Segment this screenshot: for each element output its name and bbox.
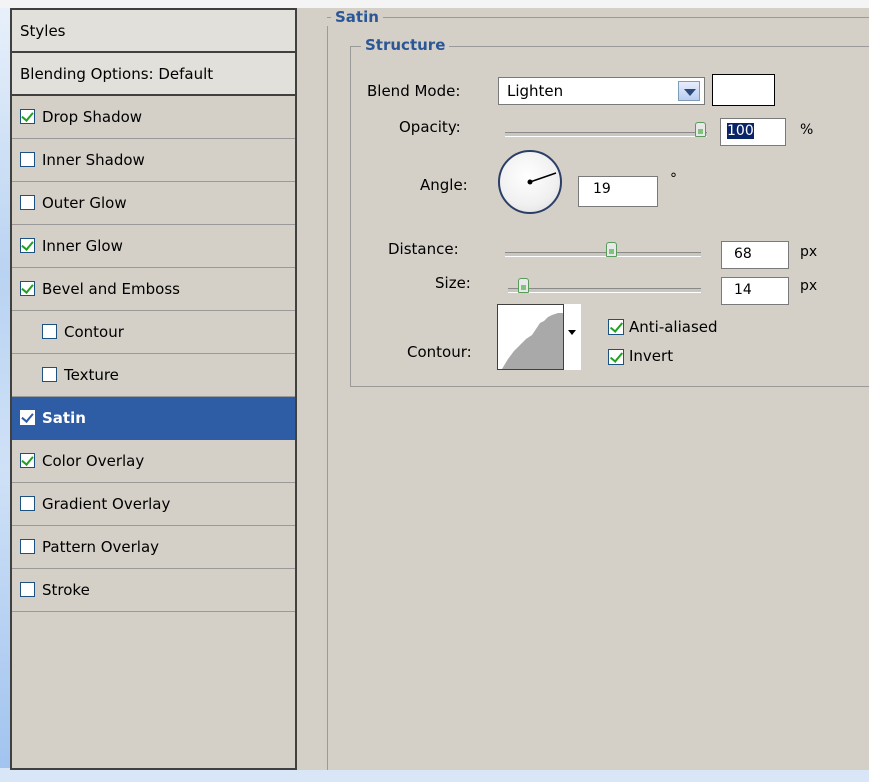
- contour-curve-icon: [502, 313, 564, 369]
- style-item-checkbox[interactable]: [20, 410, 35, 425]
- angle-unit: °: [670, 171, 677, 187]
- angle-label: Angle:: [420, 176, 468, 194]
- styles-header-label: Styles: [20, 22, 66, 40]
- style-item-label: Inner Glow: [42, 237, 123, 255]
- distance-input[interactable]: 68: [721, 241, 789, 269]
- angle-value: 19: [593, 181, 611, 197]
- satin-group-border-top: [327, 17, 869, 18]
- style-item-gradient-overlay[interactable]: Gradient Overlay: [12, 483, 295, 526]
- opacity-value: 100: [727, 123, 754, 139]
- invert-label: Invert: [629, 347, 674, 365]
- styles-header[interactable]: Styles: [12, 10, 295, 53]
- satin-group-border-left: [327, 26, 328, 770]
- style-item-checkbox[interactable]: [20, 281, 35, 296]
- style-item-inner-shadow[interactable]: Inner Shadow: [12, 139, 295, 182]
- distance-slider-thumb[interactable]: [606, 242, 617, 257]
- blending-options-label: Blending Options: Default: [20, 65, 214, 83]
- style-item-checkbox[interactable]: [20, 238, 35, 253]
- style-item-checkbox[interactable]: [42, 367, 57, 382]
- satin-panel: Satin Structure Blend Mode: Lighten Opac…: [315, 8, 869, 770]
- chevron-down-icon[interactable]: [678, 81, 700, 101]
- opacity-slider-thumb[interactable]: [695, 122, 706, 137]
- opacity-unit: %: [800, 122, 814, 138]
- distance-unit: px: [800, 244, 818, 260]
- style-item-label: Texture: [64, 366, 119, 384]
- style-item-checkbox[interactable]: [20, 496, 35, 511]
- size-unit: px: [800, 278, 818, 294]
- size-label: Size:: [435, 274, 471, 292]
- style-item-label: Inner Shadow: [42, 151, 145, 169]
- top-strip: [0, 0, 869, 8]
- angle-dial[interactable]: [498, 150, 562, 214]
- style-item-checkbox[interactable]: [20, 195, 35, 210]
- style-item-label: Drop Shadow: [42, 108, 143, 126]
- blend-color-swatch[interactable]: [712, 74, 775, 106]
- style-item-checkbox[interactable]: [20, 539, 35, 554]
- style-item-label: Bevel and Emboss: [42, 280, 180, 298]
- blend-mode-label: Blend Mode:: [367, 82, 461, 100]
- style-item-texture[interactable]: Texture: [12, 354, 295, 397]
- style-item-outer-glow[interactable]: Outer Glow: [12, 182, 295, 225]
- style-item-checkbox[interactable]: [42, 324, 57, 339]
- blending-options-item[interactable]: Blending Options: Default: [12, 53, 295, 96]
- size-value: 14: [734, 282, 752, 298]
- opacity-input[interactable]: 100: [720, 118, 786, 146]
- style-item-label: Color Overlay: [42, 452, 145, 470]
- style-item-stroke[interactable]: Stroke: [12, 569, 295, 612]
- layer-style-dialog: Styles Blending Options: Default Drop Sh…: [10, 8, 869, 770]
- style-item-label: Stroke: [42, 581, 90, 599]
- style-item-bevel-and-emboss[interactable]: Bevel and Emboss: [12, 268, 295, 311]
- style-item-color-overlay[interactable]: Color Overlay: [12, 440, 295, 483]
- opacity-label: Opacity:: [399, 118, 461, 136]
- size-slider-thumb[interactable]: [518, 278, 529, 293]
- style-item-label: Contour: [64, 323, 124, 341]
- style-item-contour[interactable]: Contour: [12, 311, 295, 354]
- opacity-slider-track[interactable]: [505, 132, 707, 137]
- style-item-checkbox[interactable]: [20, 453, 35, 468]
- distance-slider-track[interactable]: [505, 252, 701, 257]
- style-item-satin[interactable]: Satin: [12, 397, 295, 440]
- style-item-checkbox[interactable]: [20, 152, 35, 167]
- anti-aliased-label: Anti-aliased: [629, 318, 718, 336]
- anti-aliased-checkbox[interactable]: [608, 319, 624, 335]
- style-item-checkbox[interactable]: [20, 582, 35, 597]
- style-item-label: Gradient Overlay: [42, 495, 171, 513]
- bottom-strip: [0, 768, 869, 782]
- structure-title: Structure: [361, 36, 450, 54]
- contour-dropdown-arrow[interactable]: [563, 304, 581, 370]
- blend-mode-select[interactable]: Lighten: [498, 77, 705, 105]
- size-slider-track[interactable]: [508, 288, 701, 293]
- style-item-drop-shadow[interactable]: Drop Shadow: [12, 96, 295, 139]
- contour-label: Contour:: [407, 343, 472, 361]
- style-item-label: Satin: [42, 409, 86, 427]
- angle-needle: [527, 172, 557, 185]
- size-input[interactable]: 14: [721, 277, 789, 305]
- styles-list: Styles Blending Options: Default Drop Sh…: [10, 8, 297, 770]
- blend-mode-value: Lighten: [507, 82, 564, 100]
- distance-value: 68: [734, 246, 752, 262]
- invert-checkbox[interactable]: [608, 349, 624, 365]
- style-item-checkbox[interactable]: [20, 109, 35, 124]
- angle-input[interactable]: 19: [578, 176, 658, 207]
- style-item-label: Outer Glow: [42, 194, 127, 212]
- satin-title: Satin: [331, 8, 383, 26]
- distance-label: Distance:: [388, 240, 459, 258]
- style-item-pattern-overlay[interactable]: Pattern Overlay: [12, 526, 295, 569]
- style-item-label: Pattern Overlay: [42, 538, 160, 556]
- style-item-inner-glow[interactable]: Inner Glow: [12, 225, 295, 268]
